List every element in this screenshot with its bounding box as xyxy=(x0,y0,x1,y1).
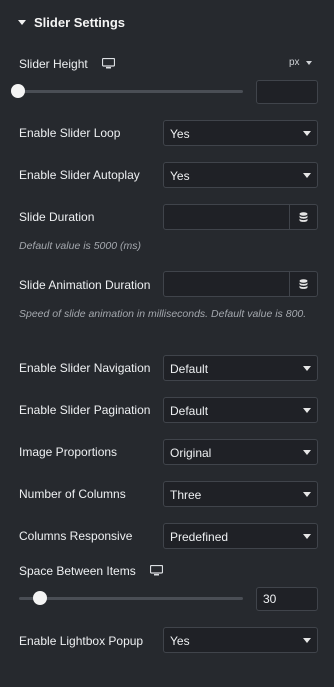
caret-down-icon xyxy=(303,131,311,136)
caret-down-icon xyxy=(303,366,311,371)
slide-animation-duration-input[interactable] xyxy=(163,271,290,297)
number-of-columns-select[interactable]: Three xyxy=(163,481,318,507)
slider-height-label: Slider Height xyxy=(19,57,88,71)
columns-responsive-label: Columns Responsive xyxy=(19,529,133,543)
select-value: Yes xyxy=(170,634,190,648)
unit-label: px xyxy=(289,57,300,68)
space-between-items-label: Space Between Items xyxy=(19,564,136,578)
slider-height-input[interactable] xyxy=(256,80,318,104)
enable-slider-autoplay-select[interactable]: Yes xyxy=(163,162,318,188)
select-value: Predefined xyxy=(170,530,229,544)
dynamic-tags-button[interactable] xyxy=(290,271,318,297)
image-proportions-label: Image Proportions xyxy=(19,445,118,459)
caret-down-icon xyxy=(303,450,311,455)
space-between-items-handle[interactable] xyxy=(33,591,47,605)
desktop-icon[interactable] xyxy=(150,565,163,576)
select-value: Default xyxy=(170,404,209,418)
database-icon xyxy=(299,279,308,289)
select-value: Yes xyxy=(170,127,190,141)
slider-height-handle[interactable] xyxy=(11,84,25,98)
enable-slider-loop-select[interactable]: Yes xyxy=(163,120,318,146)
caret-down-icon xyxy=(303,408,311,413)
section-title: Slider Settings xyxy=(34,15,126,30)
columns-responsive-select[interactable]: Predefined xyxy=(163,523,318,549)
space-between-items-track[interactable] xyxy=(19,597,243,600)
enable-slider-navigation-select[interactable]: Default xyxy=(163,355,318,381)
caret-down-icon xyxy=(18,20,26,25)
database-icon xyxy=(299,212,308,222)
enable-slider-pagination-select[interactable]: Default xyxy=(163,397,318,423)
slide-duration-help: Default value is 5000 (ms) xyxy=(19,240,141,252)
desktop-icon[interactable] xyxy=(102,58,115,69)
image-proportions-select[interactable]: Original xyxy=(163,439,318,465)
slide-animation-duration-label: Slide Animation Duration xyxy=(19,278,151,292)
number-of-columns-label: Number of Columns xyxy=(19,487,126,501)
enable-slider-autoplay-label: Enable Slider Autoplay xyxy=(19,168,140,182)
enable-slider-navigation-label: Enable Slider Navigation xyxy=(19,361,151,375)
space-between-items-input[interactable] xyxy=(256,587,318,611)
slide-duration-label: Slide Duration xyxy=(19,210,95,224)
caret-down-icon xyxy=(303,534,311,539)
caret-down-icon xyxy=(303,173,311,178)
enable-lightbox-popup-select[interactable]: Yes xyxy=(163,627,318,653)
chevron-down-icon xyxy=(306,61,312,65)
unit-selector[interactable]: px xyxy=(289,57,315,69)
section-header-slider-settings[interactable]: Slider Settings xyxy=(0,0,334,48)
enable-slider-loop-label: Enable Slider Loop xyxy=(19,126,121,140)
enable-lightbox-popup-label: Enable Lightbox Popup xyxy=(19,634,144,648)
select-value: Original xyxy=(170,446,212,460)
slide-animation-duration-help: Speed of slide animation in milliseconds… xyxy=(19,308,307,320)
slider-height-track[interactable] xyxy=(19,90,243,93)
slide-duration-input[interactable] xyxy=(163,204,290,230)
select-value: Three xyxy=(170,488,202,502)
enable-slider-pagination-label: Enable Slider Pagination xyxy=(19,403,151,417)
select-value: Yes xyxy=(170,169,190,183)
select-value: Default xyxy=(170,362,209,376)
caret-down-icon xyxy=(303,492,311,497)
caret-down-icon xyxy=(303,638,311,643)
dynamic-tags-button[interactable] xyxy=(290,204,318,230)
